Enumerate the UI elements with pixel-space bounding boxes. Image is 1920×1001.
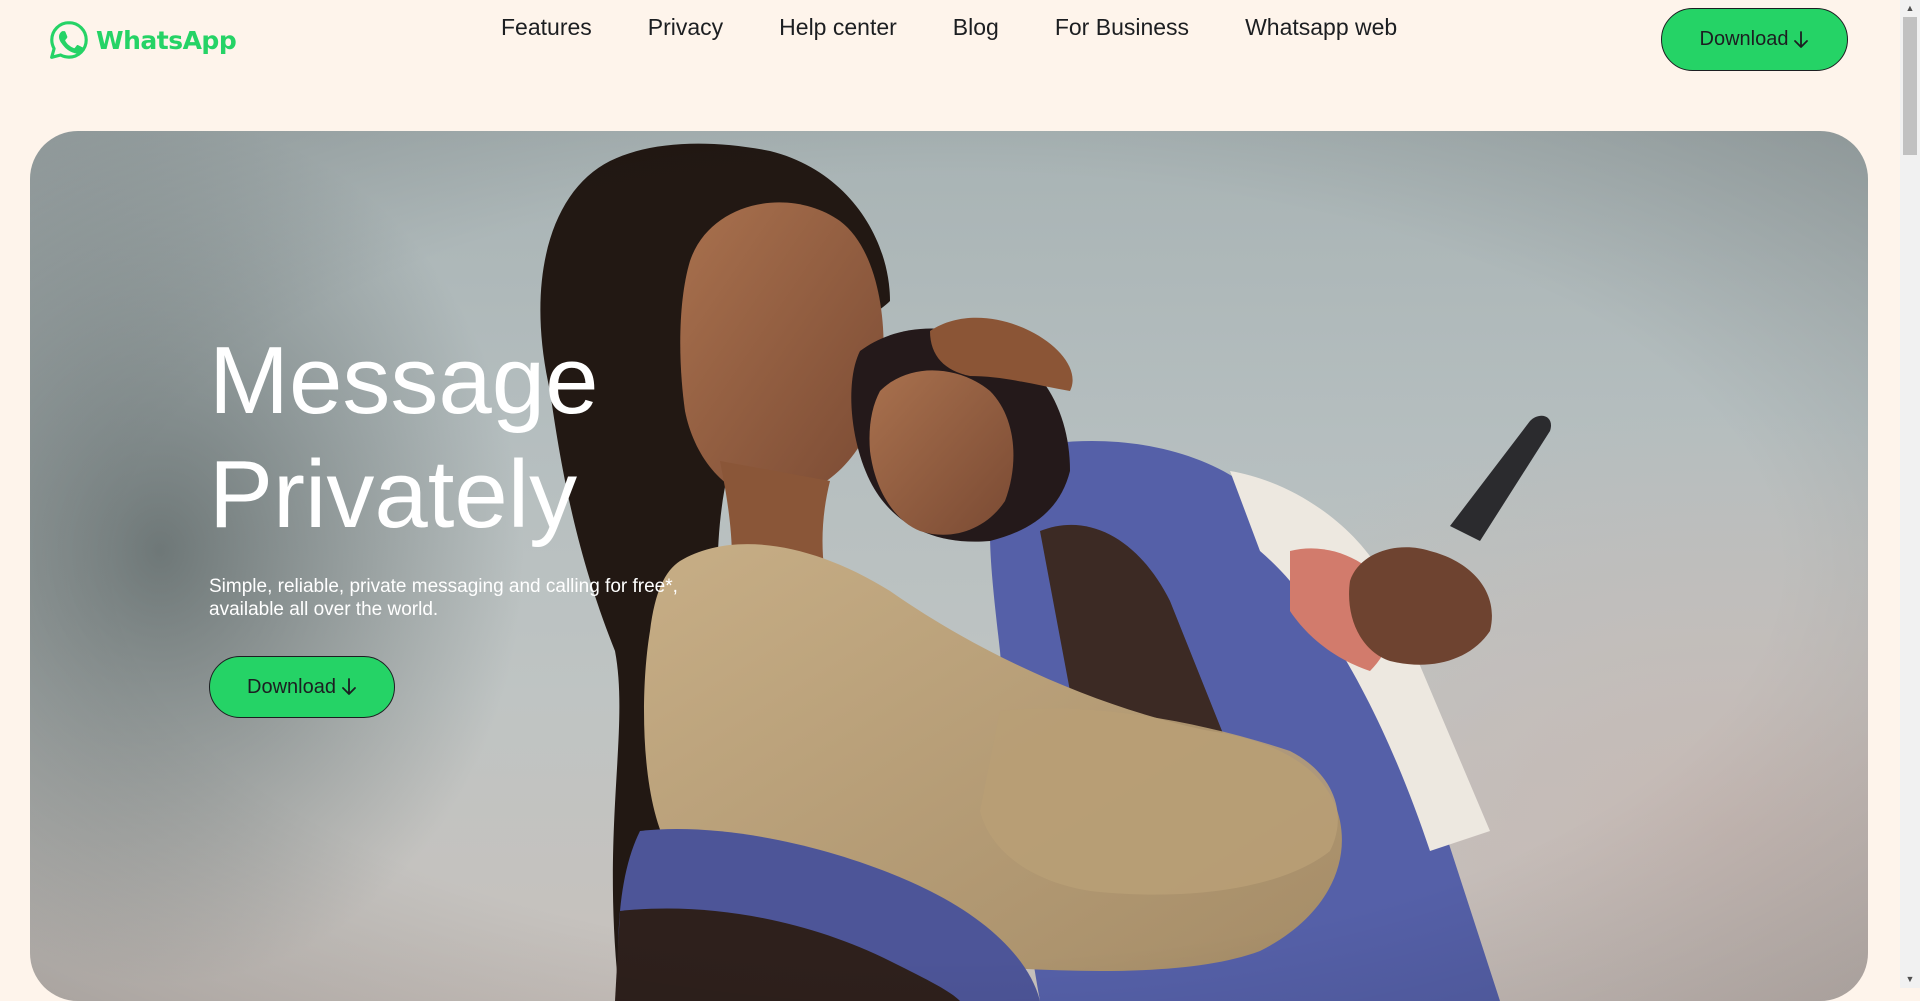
scroll-up-arrow-icon[interactable]: ▲: [1900, 0, 1920, 17]
nav-privacy[interactable]: Privacy: [648, 14, 723, 41]
nav-whatsapp-web[interactable]: Whatsapp web: [1245, 14, 1397, 41]
nav-for-business[interactable]: For Business: [1055, 14, 1189, 41]
download-label: Download: [247, 675, 336, 698]
whatsapp-logo[interactable]: WhatsApp: [48, 19, 237, 61]
site-header: WhatsApp Features Privacy Help center Bl…: [0, 0, 1900, 120]
nav-features[interactable]: Features: [501, 14, 592, 41]
hero-title-line-2: Privately: [209, 441, 578, 548]
scroll-down-arrow-icon[interactable]: ▼: [1900, 971, 1920, 988]
hero-photo: [30, 131, 1868, 1001]
arrow-down-icon: [1794, 30, 1809, 48]
scroll-thumb[interactable]: [1903, 17, 1917, 155]
hero-title-line-1: Message: [209, 327, 599, 434]
hero-section: Message Privately Simple, reliable, priv…: [30, 131, 1868, 1001]
download-label: Download: [1699, 28, 1789, 50]
header-download-button[interactable]: Download: [1661, 8, 1848, 71]
hero-download-button[interactable]: Download: [209, 656, 395, 718]
whatsapp-logo-icon: [50, 21, 88, 59]
nav-blog[interactable]: Blog: [953, 14, 999, 41]
hero-subtitle: Simple, reliable, private messaging and …: [209, 576, 678, 620]
hero-title: Message Privately: [209, 324, 769, 552]
nav-help-center[interactable]: Help center: [779, 14, 897, 41]
main-nav: Features Privacy Help center Blog For Bu…: [501, 14, 1397, 41]
arrow-down-icon: [342, 678, 356, 695]
brand-name: WhatsApp: [96, 25, 237, 55]
page-scrollbar[interactable]: ▲ ▼: [1900, 0, 1920, 988]
